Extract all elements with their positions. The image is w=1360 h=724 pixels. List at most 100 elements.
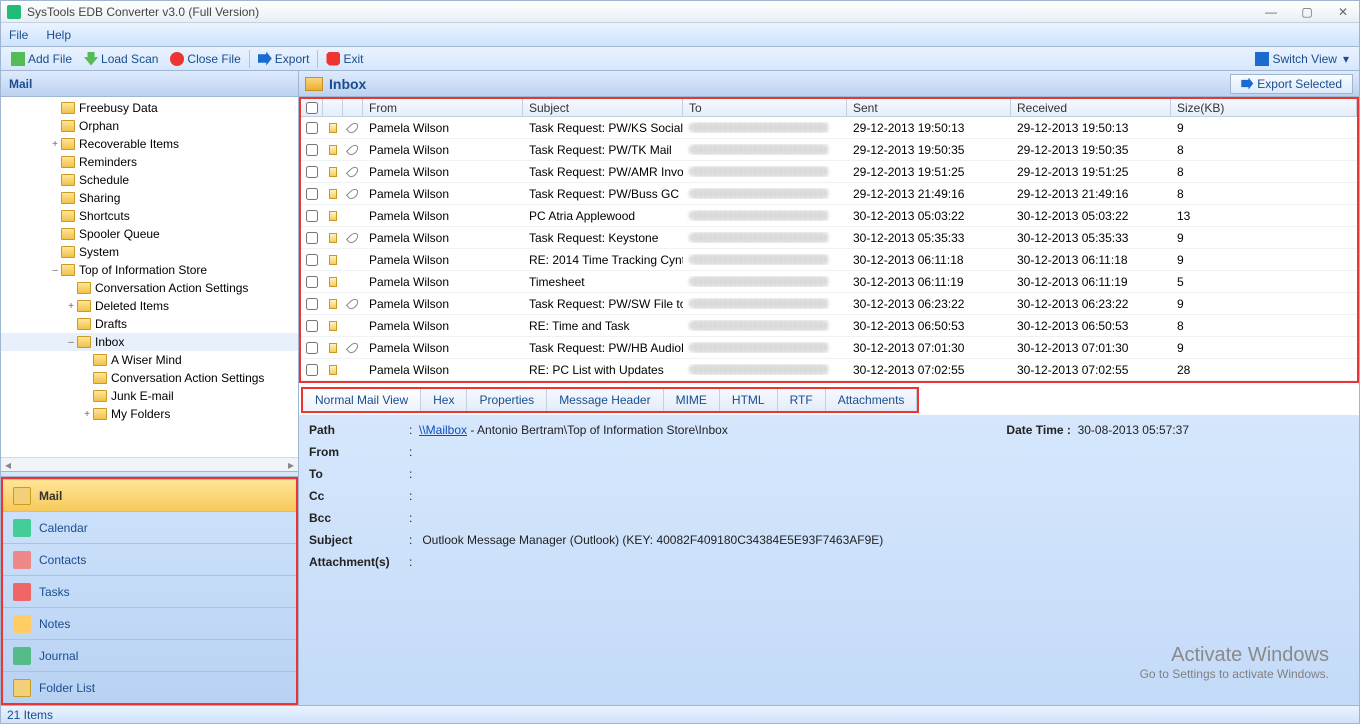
tree-node[interactable]: Spooler Queue <box>1 225 298 243</box>
nav-item-contacts[interactable]: Contacts <box>3 543 296 575</box>
attachment-icon <box>346 342 360 354</box>
tab-html[interactable]: HTML <box>720 389 778 411</box>
exit-button[interactable]: Exit <box>320 48 369 70</box>
expand-icon[interactable]: + <box>65 301 77 312</box>
tree-node-label: A Wiser Mind <box>111 353 182 367</box>
export-button[interactable]: Export <box>252 48 316 70</box>
nav-item-tasks[interactable]: Tasks <box>3 575 296 607</box>
mail-row[interactable]: Pamela WilsonTask Request: PW/SW File to… <box>301 293 1357 315</box>
mail-row[interactable]: Pamela WilsonTask Request: PW/KS Social … <box>301 117 1357 139</box>
tree-node[interactable]: Drafts <box>1 315 298 333</box>
tree-node[interactable]: Schedule <box>1 171 298 189</box>
mail-row[interactable]: Pamela WilsonTask Request: PW/Buss GC29-… <box>301 183 1357 205</box>
folder-tree[interactable]: Freebusy Data Orphan +Recoverable ItemsRem… <box>1 97 298 457</box>
mail-row[interactable]: Pamela WilsonTask Request: PW/TK Mail29-… <box>301 139 1357 161</box>
nav-item-label: Tasks <box>39 585 70 599</box>
nav-item-journal[interactable]: Journal <box>3 639 296 671</box>
row-checkbox[interactable] <box>306 232 318 244</box>
attachment-icon <box>346 298 360 310</box>
nav-item-notes[interactable]: Notes <box>3 607 296 639</box>
tree-node[interactable]: +My Folders <box>1 405 298 423</box>
column-to[interactable]: To <box>683 99 847 116</box>
close-file-button[interactable]: Close File <box>164 48 246 70</box>
column-size[interactable]: Size(KB) <box>1171 99 1357 116</box>
tree-node[interactable]: System <box>1 243 298 261</box>
minimize-button[interactable]: — <box>1261 5 1281 19</box>
tree-node[interactable]: Reminders <box>1 153 298 171</box>
row-checkbox[interactable] <box>306 254 318 266</box>
tree-node[interactable]: Shortcuts <box>1 207 298 225</box>
add-file-button[interactable]: Add File <box>5 48 78 70</box>
tree-node[interactable]: Sharing <box>1 189 298 207</box>
tree-node[interactable]: Junk E-mail <box>1 387 298 405</box>
row-checkbox[interactable] <box>306 210 318 222</box>
mail-row[interactable]: Pamela WilsonRE: PC List with Updates30-… <box>301 359 1357 381</box>
tree-node[interactable]: Orphan <box>1 117 298 135</box>
column-from[interactable]: From <box>363 99 523 116</box>
switch-view-button[interactable]: Switch View▾ <box>1249 48 1355 70</box>
cell-sent: 29-12-2013 21:49:16 <box>847 187 1011 201</box>
expand-icon[interactable]: + <box>81 409 93 420</box>
column-sent[interactable]: Sent <box>847 99 1011 116</box>
column-icon1[interactable] <box>323 99 343 116</box>
expand-icon[interactable]: – <box>65 337 77 348</box>
column-received[interactable]: Received <box>1011 99 1171 116</box>
close-button[interactable]: ✕ <box>1333 5 1353 19</box>
expand-icon[interactable]: + <box>49 139 61 150</box>
mail-icon <box>13 487 31 505</box>
tab-hex[interactable]: Hex <box>421 389 467 411</box>
load-scan-button[interactable]: Load Scan <box>78 48 164 70</box>
cell-size: 9 <box>1171 253 1357 267</box>
tab-properties[interactable]: Properties <box>467 389 547 411</box>
tree-node[interactable]: –Top of Information Store <box>1 261 298 279</box>
mail-row[interactable]: Pamela WilsonTask Request: PW/AMR Invoi.… <box>301 161 1357 183</box>
expand-icon[interactable]: – <box>49 265 61 276</box>
row-checkbox[interactable] <box>306 342 318 354</box>
tab-message-header[interactable]: Message Header <box>547 389 663 411</box>
mail-row[interactable]: Pamela WilsonRE: 2014 Time Tracking Cynt… <box>301 249 1357 271</box>
tree-scrollbar[interactable]: ◂▸ <box>1 457 298 471</box>
mail-row[interactable]: Pamela WilsonRE: Time and Task30-12-2013… <box>301 315 1357 337</box>
row-checkbox[interactable] <box>306 276 318 288</box>
maximize-button[interactable]: ▢ <box>1297 5 1317 19</box>
tree-node[interactable]: Freebusy Data <box>1 99 298 117</box>
row-checkbox[interactable] <box>306 320 318 332</box>
menu-help[interactable]: Help <box>46 28 71 42</box>
mail-row[interactable]: Pamela WilsonTimesheet30-12-2013 06:11:1… <box>301 271 1357 293</box>
tab-mime[interactable]: MIME <box>664 389 720 411</box>
select-all-checkbox[interactable] <box>306 102 318 114</box>
tree-node[interactable]: Conversation Action Settings <box>1 369 298 387</box>
row-checkbox[interactable] <box>306 298 318 310</box>
column-icon2[interactable] <box>343 99 363 116</box>
row-checkbox[interactable] <box>306 144 318 156</box>
row-checkbox[interactable] <box>306 166 318 178</box>
row-checkbox[interactable] <box>306 188 318 200</box>
column-checkbox[interactable] <box>301 99 323 116</box>
cell-size: 8 <box>1171 319 1357 333</box>
nav-item-label: Calendar <box>39 521 88 535</box>
row-checkbox[interactable] <box>306 122 318 134</box>
tab-rtf[interactable]: RTF <box>778 389 826 411</box>
export-selected-button[interactable]: Export Selected <box>1230 74 1353 94</box>
tab-attachments[interactable]: Attachments <box>826 389 918 411</box>
cell-sent: 29-12-2013 19:50:35 <box>847 143 1011 157</box>
tree-node[interactable]: +Deleted Items <box>1 297 298 315</box>
nav-item-folder-list[interactable]: Folder List <box>3 671 296 703</box>
mail-row[interactable]: Pamela WilsonTask Request: PW/HB Audiol.… <box>301 337 1357 359</box>
tree-node[interactable]: Conversation Action Settings <box>1 279 298 297</box>
tree-node[interactable]: A Wiser Mind <box>1 351 298 369</box>
tree-node[interactable]: +Recoverable Items <box>1 135 298 153</box>
tree-node-label: Orphan <box>79 119 119 133</box>
menu-file[interactable]: File <box>9 28 28 42</box>
path-link[interactable]: \\Mailbox <box>419 423 467 437</box>
cell-size: 9 <box>1171 341 1357 355</box>
mail-row[interactable]: Pamela WilsonPC Atria Applewood30-12-201… <box>301 205 1357 227</box>
mail-row[interactable]: Pamela WilsonTask Request: Keystone30-12… <box>301 227 1357 249</box>
nav-item-mail[interactable]: Mail <box>3 479 296 511</box>
row-checkbox[interactable] <box>306 364 318 376</box>
tab-normal-mail-view[interactable]: Normal Mail View <box>303 389 421 411</box>
column-subject[interactable]: Subject <box>523 99 683 116</box>
contacts-icon <box>13 551 31 569</box>
nav-item-calendar[interactable]: Calendar <box>3 511 296 543</box>
tree-node[interactable]: –Inbox <box>1 333 298 351</box>
